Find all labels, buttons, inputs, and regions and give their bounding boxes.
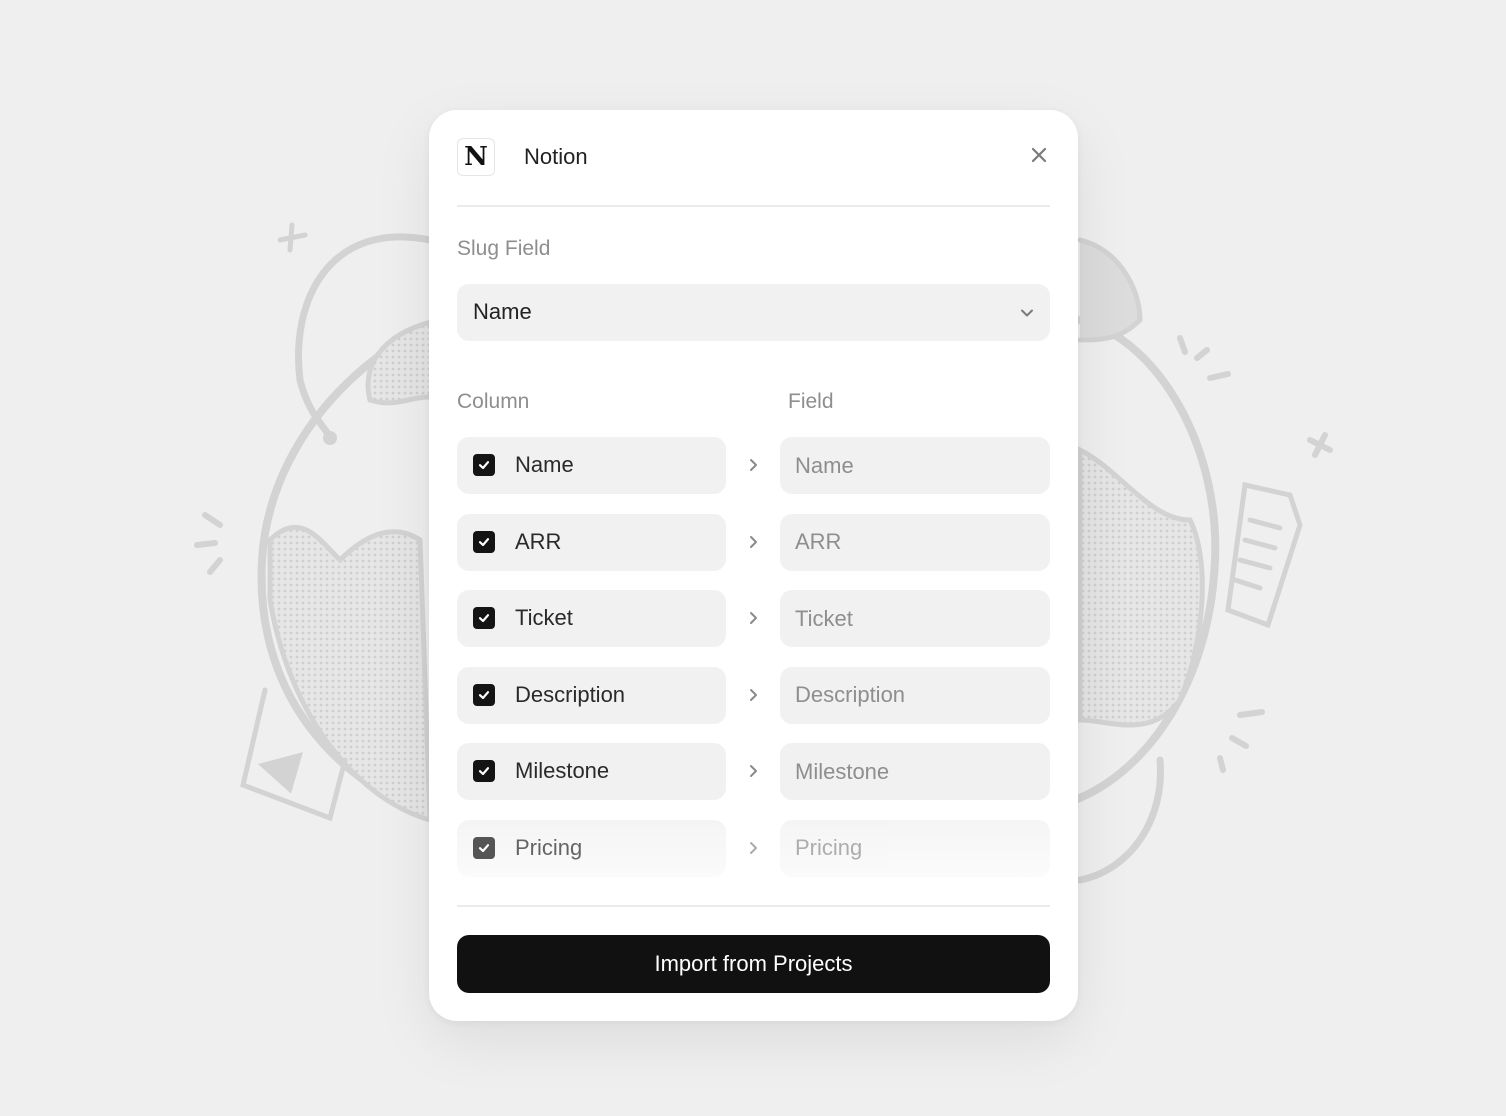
column-item[interactable]: Name [457, 437, 726, 494]
notion-logo-icon: N [457, 138, 495, 176]
field-input[interactable] [780, 743, 1050, 800]
chevron-right-icon [750, 535, 757, 548]
column-header: Column [457, 390, 530, 413]
mapping-row: Pricing [457, 819, 1050, 877]
mapping-row: ARR [457, 513, 1050, 571]
column-checkbox[interactable] [473, 607, 495, 629]
chevron-right-icon [750, 688, 757, 701]
column-item[interactable]: Pricing [457, 819, 726, 877]
checkmark-icon [478, 537, 490, 546]
field-input[interactable] [780, 590, 1050, 647]
column-checkbox[interactable] [473, 760, 495, 782]
chevron-right-icon [750, 612, 757, 624]
column-name: Ticket [515, 605, 573, 630]
mapping-row: Milestone [457, 743, 1050, 800]
chevron-right-icon [750, 459, 757, 471]
chevron-right-icon [750, 841, 757, 854]
column-name: Name [515, 452, 574, 477]
column-item[interactable]: Milestone [457, 743, 726, 800]
column-item[interactable]: Description [457, 666, 726, 724]
chevron-right-icon [750, 765, 757, 777]
dialog-header: N Notion [457, 138, 1050, 178]
slug-field-label: Slug Field [457, 237, 551, 260]
column-name: Description [515, 681, 626, 707]
header-divider [457, 205, 1050, 207]
close-button[interactable] [1028, 144, 1050, 166]
column-checkbox[interactable] [473, 683, 495, 706]
checkmark-icon [478, 614, 490, 623]
column-checkbox[interactable] [473, 836, 495, 859]
dialog-title: Notion [524, 144, 588, 169]
checkmark-icon [478, 843, 490, 852]
field-input[interactable] [780, 437, 1050, 494]
close-icon [1031, 147, 1047, 163]
column-item[interactable]: ARR [457, 513, 726, 571]
mapping-row: Ticket [457, 590, 1050, 647]
column-name: Milestone [515, 758, 610, 783]
field-input[interactable] [780, 666, 1050, 724]
column-name: ARR [515, 528, 562, 554]
column-checkbox[interactable] [473, 530, 495, 553]
field-input[interactable] [780, 513, 1050, 571]
column-checkbox[interactable] [473, 454, 495, 476]
column-name: Pricing [515, 834, 583, 860]
field-input[interactable] [780, 819, 1050, 877]
mapping-row: Name [457, 437, 1050, 494]
field-header: Field [788, 390, 834, 413]
column-item[interactable]: Ticket [457, 590, 726, 647]
slug-field-select[interactable]: Name [457, 284, 1050, 341]
checkmark-icon [478, 767, 490, 776]
checkmark-icon [478, 461, 490, 470]
notion-import-dialog: N Notion Slug Field Name Column Field Na… [429, 110, 1078, 1021]
slug-field-value: Name [473, 299, 532, 324]
import-from-projects-button[interactable]: Import from Projects [457, 935, 1050, 993]
mapping-row: Description [457, 666, 1050, 724]
footer-divider [457, 905, 1050, 907]
checkmark-icon [478, 690, 490, 699]
chevron-down-icon [1021, 309, 1033, 317]
